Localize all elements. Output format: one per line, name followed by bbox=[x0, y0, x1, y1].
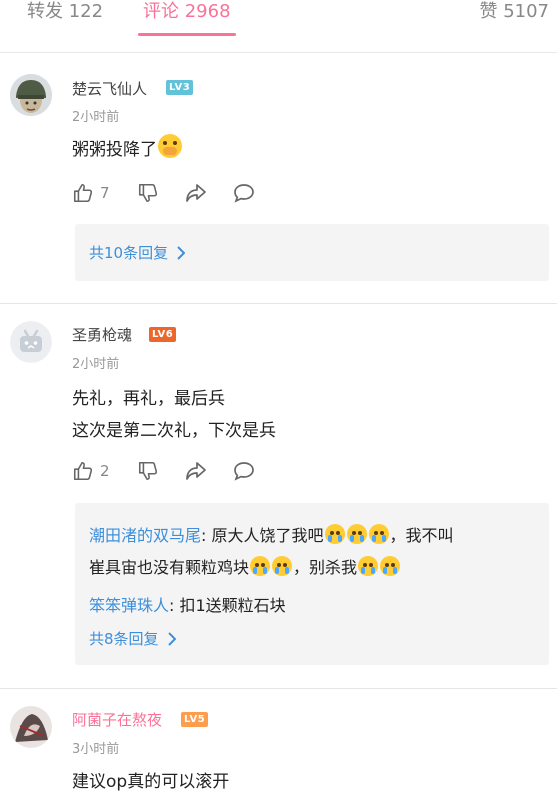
like-count: 2 bbox=[100, 462, 110, 480]
share-button[interactable] bbox=[184, 181, 208, 205]
comment-line: 粥粥投降了 bbox=[72, 140, 157, 160]
sub-reply-text: : 原大人饶了我吧 bbox=[201, 526, 324, 545]
comment-line: 先礼，再礼，最后兵 bbox=[72, 389, 225, 409]
view-replies-label: 共8条回复 bbox=[89, 630, 159, 648]
comment-line: 这次是第二次礼，下次是兵 bbox=[72, 421, 276, 441]
level-badge: LV6 bbox=[149, 327, 177, 342]
view-replies-link[interactable]: 共8条回复 bbox=[89, 628, 176, 649]
view-replies-link[interactable]: 共10条回复 bbox=[89, 242, 186, 263]
comment-username[interactable]: 圣勇枪魂 bbox=[72, 324, 132, 345]
dislike-button[interactable] bbox=[137, 181, 159, 205]
comment-divider bbox=[0, 688, 557, 689]
sub-reply-username[interactable]: 笨笨弹珠人 bbox=[89, 596, 169, 615]
comment-username[interactable]: 楚云飞仙人 bbox=[72, 78, 147, 99]
sub-reply-text: : 扣1送颗粒石块 bbox=[169, 596, 286, 615]
sub-reply-text: ，我不叫 bbox=[389, 526, 454, 545]
comment-text: 建议op真的可以滚开 bbox=[72, 766, 229, 798]
comment-divider bbox=[0, 303, 557, 304]
tab-comments[interactable]: 评论 2968 bbox=[143, 0, 231, 23]
chevron-right-icon bbox=[177, 245, 186, 260]
avatar[interactable] bbox=[10, 321, 52, 363]
dislike-button[interactable] bbox=[137, 459, 159, 483]
loudly-crying-emoji bbox=[346, 524, 367, 544]
avatar[interactable] bbox=[10, 706, 52, 748]
level-badge: LV3 bbox=[166, 80, 194, 95]
thumbs-down-icon bbox=[138, 461, 158, 481]
comment-bubble-icon bbox=[234, 462, 254, 481]
face-with-hand-over-mouth-emoji bbox=[158, 134, 182, 158]
thumbs-up-icon bbox=[73, 183, 93, 203]
thumbs-up-icon bbox=[73, 461, 93, 481]
reply-button[interactable] bbox=[232, 181, 256, 205]
sub-reply-text: 崔具宙也没有颗粒鸡块 bbox=[89, 558, 250, 577]
level-badge: LV5 bbox=[181, 712, 209, 727]
share-icon bbox=[186, 184, 206, 202]
like-button[interactable]: 2 bbox=[72, 459, 110, 483]
comment-line: 建议op真的可以滚开 bbox=[72, 772, 230, 792]
comment-time: 2小时前 bbox=[72, 110, 120, 125]
tabs-divider bbox=[0, 52, 557, 53]
chevron-right-icon bbox=[167, 631, 176, 646]
sub-reply: 笨笨弹珠人: 扣1送颗粒石块 bbox=[89, 592, 286, 616]
tab-likes[interactable]: 赞 5107 bbox=[479, 0, 549, 23]
comment-bubble-icon bbox=[234, 184, 254, 203]
thumbs-down-icon bbox=[138, 183, 158, 203]
reply-button[interactable] bbox=[232, 459, 256, 483]
active-tab-indicator bbox=[138, 33, 236, 36]
comment-tabs: 转发 122 评论 2968 赞 5107 bbox=[0, 0, 557, 40]
like-button[interactable]: 7 bbox=[72, 181, 110, 205]
comment-text: 粥粥投降了 bbox=[72, 134, 183, 166]
reply-preview-box[interactable]: 潮田渚的双马尾: 原大人饶了我吧 ，我不叫 崔具宙也没有颗粒鸡块 ，别杀我 笨笨弹珠… bbox=[75, 503, 549, 665]
share-icon bbox=[186, 462, 206, 480]
view-replies-label: 共10条回复 bbox=[89, 244, 169, 262]
share-button[interactable] bbox=[184, 459, 208, 483]
loudly-crying-emoji bbox=[368, 524, 389, 544]
loudly-crying-emoji bbox=[358, 556, 379, 576]
comment-text: 先礼，再礼，最后兵 这次是第二次礼，下次是兵 bbox=[72, 383, 276, 447]
reply-preview-box[interactable]: 共10条回复 bbox=[75, 224, 549, 281]
tab-repost[interactable]: 转发 122 bbox=[27, 0, 103, 23]
sub-reply-username[interactable]: 潮田渚的双马尾 bbox=[89, 526, 201, 545]
sub-reply-text: ，别杀我 bbox=[293, 558, 358, 577]
loudly-crying-emoji bbox=[272, 556, 293, 576]
avatar[interactable] bbox=[10, 74, 52, 116]
sub-reply-continued: 崔具宙也没有颗粒鸡块 ，别杀我 bbox=[89, 554, 401, 578]
loudly-crying-emoji bbox=[250, 556, 271, 576]
sub-reply: 潮田渚的双马尾: 原大人饶了我吧 ，我不叫 bbox=[89, 522, 454, 546]
comment-username[interactable]: 阿菌子在熬夜 bbox=[72, 709, 162, 730]
loudly-crying-emoji bbox=[380, 556, 401, 576]
comment-time: 3小时前 bbox=[72, 742, 120, 757]
like-count: 7 bbox=[100, 184, 110, 202]
comment-time: 2小时前 bbox=[72, 357, 120, 372]
loudly-crying-emoji bbox=[324, 524, 345, 544]
